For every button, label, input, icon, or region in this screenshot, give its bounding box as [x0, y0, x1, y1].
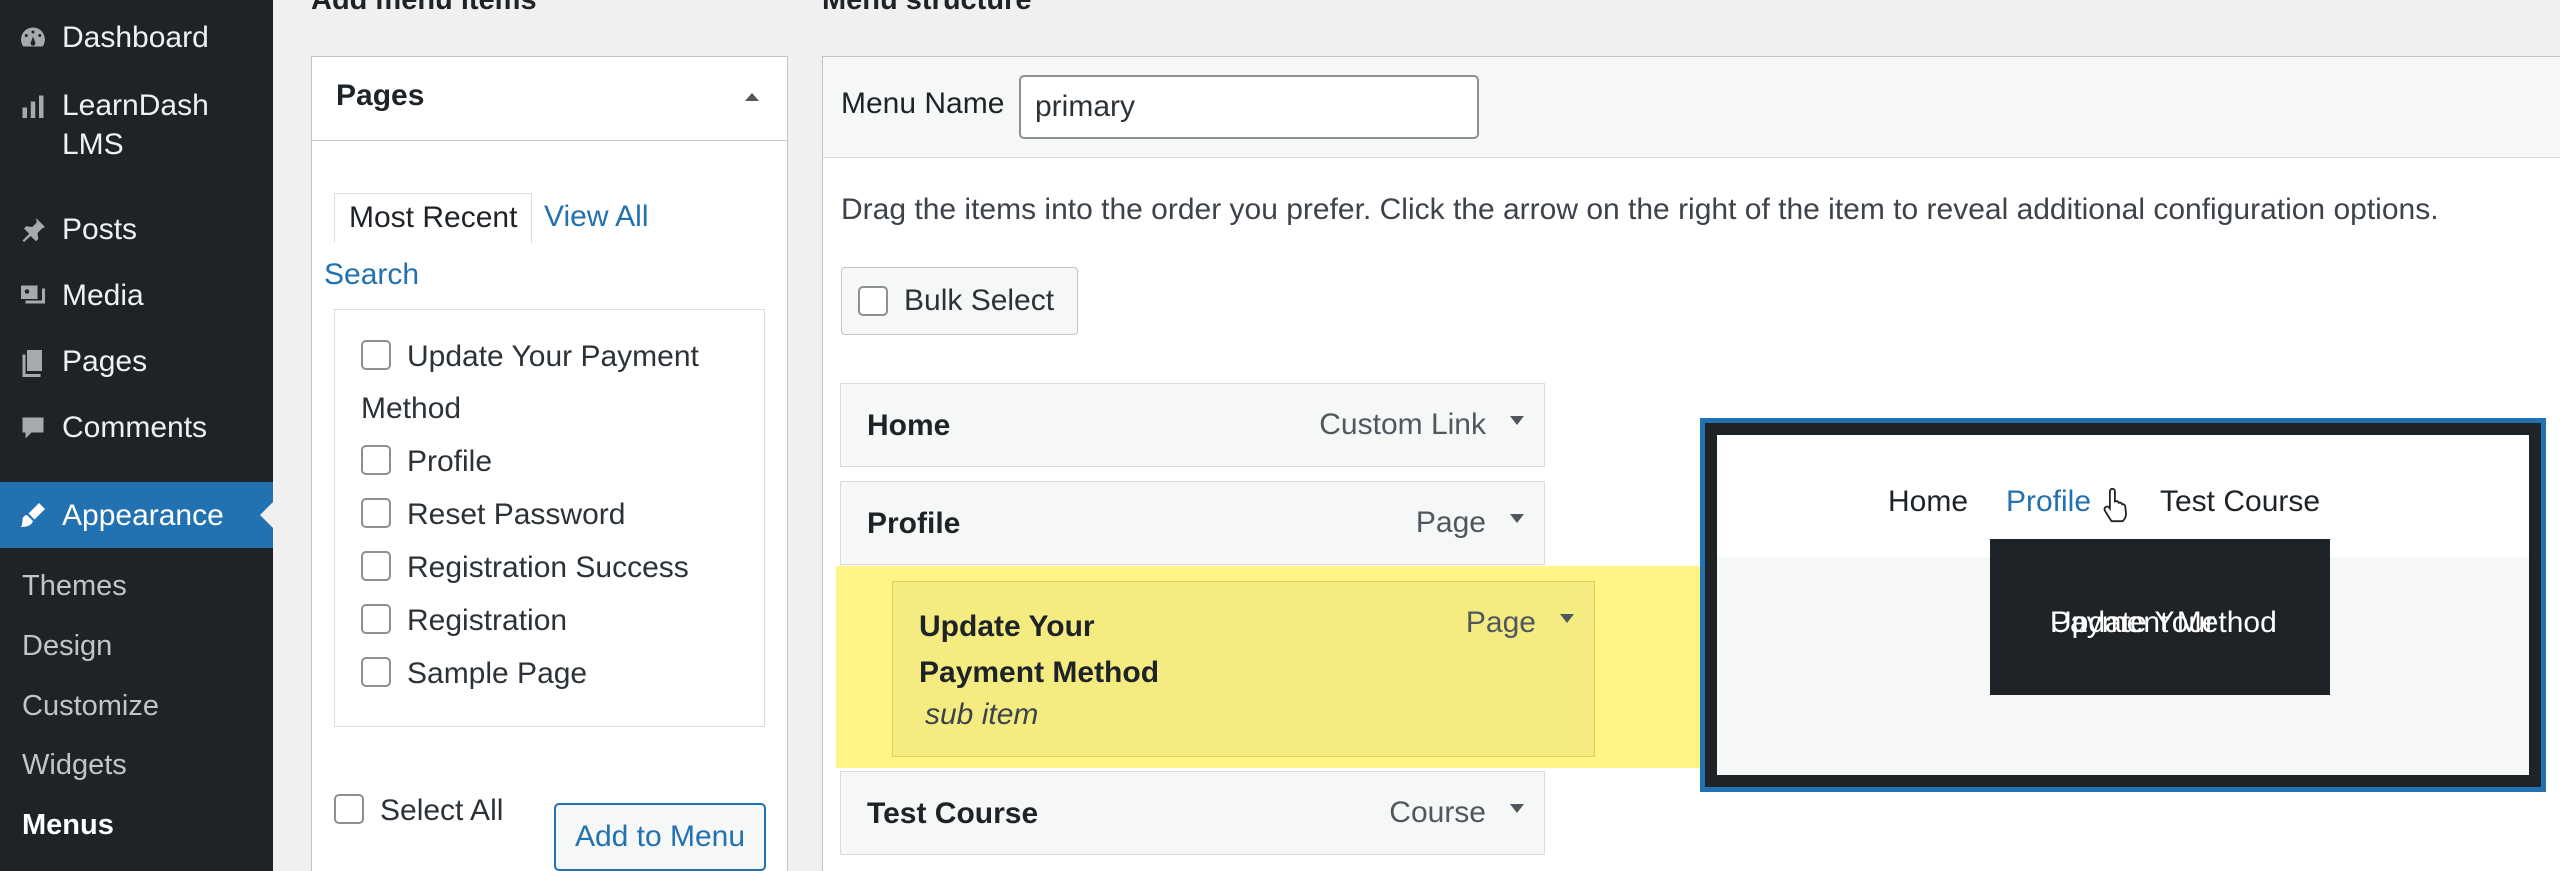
tab-search[interactable]: Search: [324, 251, 419, 299]
bulk-select-label: Bulk Select: [904, 284, 1055, 317]
menu-name-label: Menu Name: [841, 87, 1005, 120]
submenu-widgets[interactable]: Widgets: [22, 746, 127, 784]
page-checkbox[interactable]: [361, 498, 391, 529]
sidebar-item-label: Dashboard: [62, 21, 209, 54]
preview-link-profile: Profile: [2006, 485, 2092, 518]
learndash-label-line2: LMS: [62, 128, 124, 161]
menu-item-type: Custom Link: [1319, 408, 1486, 441]
expand-arrow-icon[interactable]: [1510, 804, 1524, 813]
menu-item-profile[interactable]: Profile Page: [840, 481, 1545, 565]
sidebar-item-pages[interactable]: Pages: [0, 342, 273, 388]
page-checkbox[interactable]: [361, 340, 391, 371]
pages-accordion-title: Pages: [336, 79, 425, 112]
submenu-design[interactable]: Design: [22, 627, 112, 665]
page-label: Registration: [407, 604, 568, 637]
sidebar-item-label: Media: [62, 279, 144, 312]
preview-link-test-course: Test Course: [2160, 485, 2321, 518]
page-label: Update Your Payment: [407, 340, 699, 373]
paintbrush-icon: [16, 498, 50, 532]
expand-arrow-icon[interactable]: [1560, 614, 1574, 623]
pages-accordion-header[interactable]: Pages: [312, 57, 787, 141]
menu-item-type: Page: [1465, 606, 1536, 639]
menu-preview-screenshot: Home Profile Test Course Update Your Paym…: [1700, 418, 2546, 792]
page-checkbox[interactable]: [361, 604, 391, 635]
select-all-row[interactable]: Select All: [334, 787, 503, 835]
submenu-customize[interactable]: Customize: [22, 687, 159, 725]
menu-name-input[interactable]: [1019, 75, 1479, 139]
select-all-checkbox[interactable]: [334, 794, 364, 825]
menu-item-home[interactable]: Home Custom Link: [840, 383, 1545, 467]
expand-arrow-icon[interactable]: [1510, 514, 1524, 523]
dashboard-icon: [16, 21, 50, 55]
menu-item-update-payment-method[interactable]: Update Your Payment Method sub item Page: [892, 581, 1595, 757]
media-icon: [16, 279, 50, 313]
sidebar-item-label: Appearance: [62, 498, 224, 532]
preview-link-home: Home: [1888, 485, 1969, 518]
menu-header: Menu Name: [823, 57, 2560, 158]
hand-cursor-icon: [2103, 487, 2127, 523]
sidebar-item-label: Posts: [62, 213, 138, 246]
page-checkbox[interactable]: [361, 657, 391, 688]
menu-item-title: Test Course: [867, 797, 1039, 830]
list-item[interactable]: Sample Page: [361, 647, 587, 700]
menu-item-title: Profile: [867, 507, 961, 540]
submenu-menus[interactable]: Menus: [22, 806, 114, 844]
learndash-label-line1: LearnDash: [62, 89, 209, 122]
page-label: Reset Password: [407, 498, 626, 531]
page-label: Profile: [407, 445, 493, 478]
active-menu-arrow: [260, 502, 273, 528]
page-label: Sample Page: [407, 657, 588, 690]
submenu-themes[interactable]: Themes: [22, 567, 127, 605]
sidebar-item-label: Comments: [62, 411, 208, 444]
sidebar-item-learndash[interactable]: LearnDash LMS: [0, 86, 273, 168]
bulk-select-checkbox[interactable]: [858, 286, 888, 316]
drag-instructions: Drag the items into the order you prefer…: [841, 193, 2439, 226]
select-all-label: Select All: [380, 794, 504, 827]
menu-item-type: Page: [1415, 506, 1486, 539]
comment-icon: [16, 411, 50, 445]
add-to-menu-button[interactable]: Add to Menu: [554, 803, 766, 871]
sidebar-item-media[interactable]: Media: [0, 276, 273, 322]
sidebar-item-label: Pages: [62, 345, 148, 378]
menu-item-title-line2: Payment Method: [919, 656, 1160, 689]
tab-view-all[interactable]: View All: [530, 193, 663, 241]
page-checkbox[interactable]: [361, 445, 391, 476]
admin-sidebar: Dashboard LearnDash LMS Posts Media Pages…: [0, 0, 273, 871]
preview-dropdown: Update Your Payment Method: [1990, 539, 2330, 695]
sidebar-item-posts[interactable]: Posts: [0, 210, 273, 256]
menu-structure-heading: Menu structure: [822, 0, 1032, 16]
sidebar-item-dashboard[interactable]: Dashboard: [0, 18, 273, 64]
bulk-select-button[interactable]: Bulk Select: [841, 267, 1078, 335]
menu-item-title: Update Your Payment Method: [919, 604, 1159, 696]
pages-accordion: Pages Most Recent View All Search Update…: [311, 56, 788, 871]
sub-item-label: sub item: [925, 698, 1039, 731]
menu-item-title: Home: [867, 409, 951, 442]
pages-checklist: Update Your Payment Method Profile Reset…: [334, 309, 765, 727]
list-item[interactable]: Registration Success: [361, 541, 689, 594]
sidebar-item-appearance[interactable]: Appearance: [0, 482, 273, 548]
sidebar-item-comments[interactable]: Comments: [0, 408, 273, 454]
chart-bars-icon: [16, 89, 50, 123]
page-label: Registration Success: [407, 551, 689, 584]
list-item-continuation: Method: [361, 382, 461, 435]
preview-dropdown-item: Update Your Payment Method: [2020, 569, 2310, 639]
preview-dropdown-line2: Payment Method: [2050, 606, 2277, 639]
menu-item-test-course[interactable]: Test Course Course: [840, 771, 1545, 855]
pages-icon: [16, 345, 50, 379]
tab-most-recent[interactable]: Most Recent: [334, 193, 533, 243]
pin-icon: [16, 213, 50, 247]
sidebar-item-label: LearnDash LMS: [62, 86, 209, 164]
page-label: Method: [361, 392, 462, 425]
page-checkbox[interactable]: [361, 551, 391, 582]
list-item[interactable]: Reset Password: [361, 488, 625, 541]
menu-item-type: Course: [1389, 796, 1486, 829]
preview-site: Home Profile Test Course Update Your Paym…: [1717, 435, 2529, 775]
expand-arrow-icon[interactable]: [1510, 416, 1524, 425]
add-menu-items-heading: Add menu items: [311, 0, 537, 16]
collapse-arrow-icon[interactable]: [745, 93, 759, 101]
list-item[interactable]: Update Your Payment: [361, 330, 699, 383]
list-item[interactable]: Registration: [361, 594, 567, 647]
list-item[interactable]: Profile: [361, 435, 492, 488]
menu-item-title-line1: Update Your: [919, 610, 1095, 643]
